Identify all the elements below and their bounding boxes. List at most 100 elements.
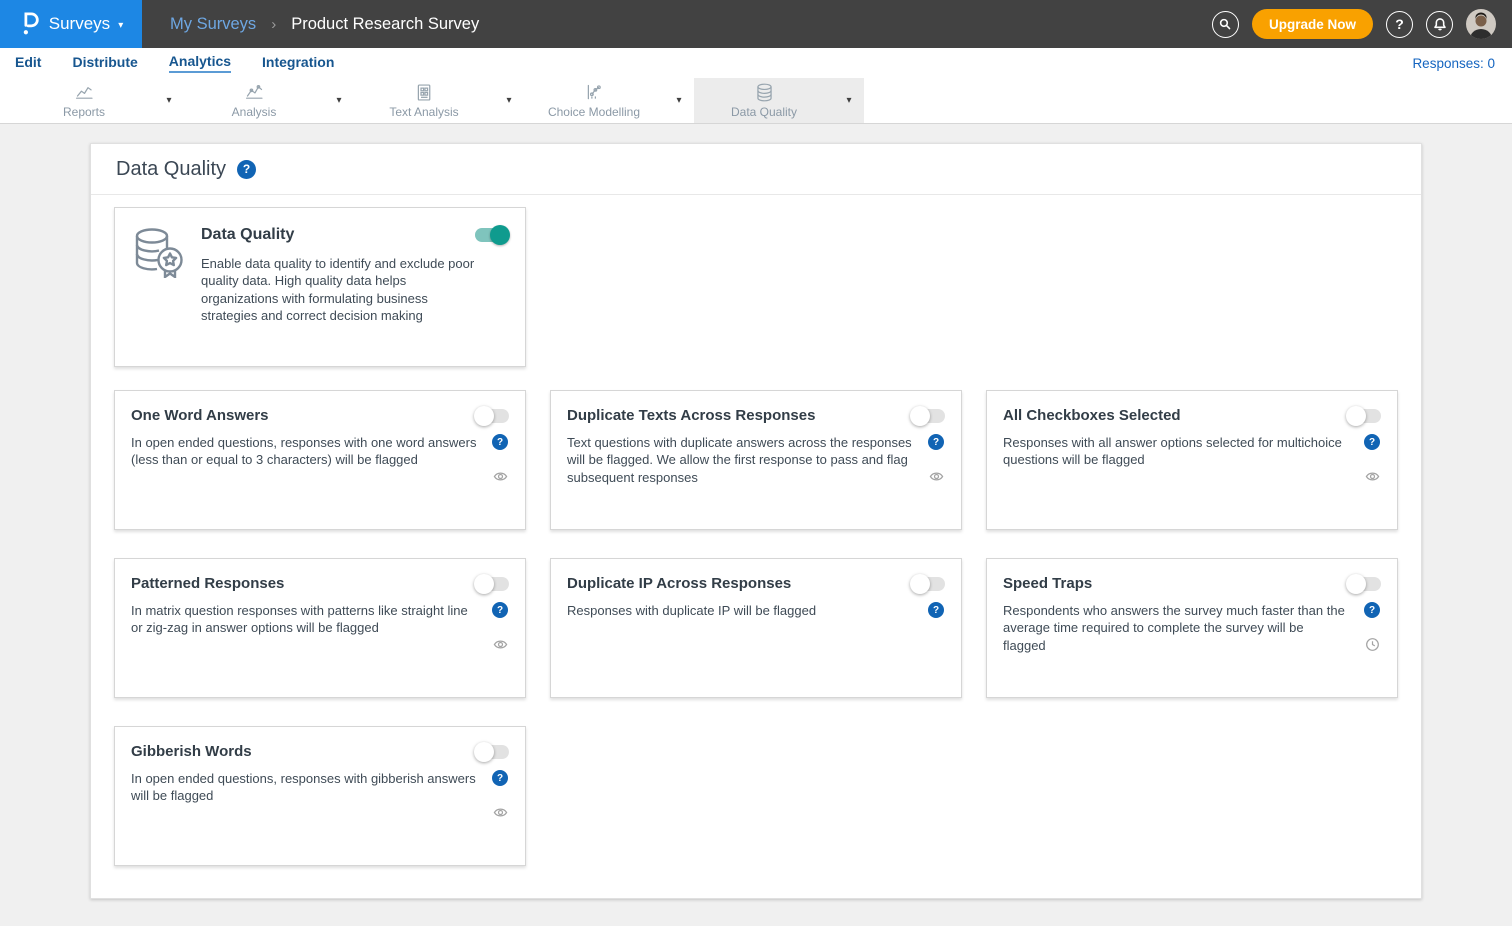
speed-traps-toggle[interactable] bbox=[1347, 577, 1381, 591]
tab-main[interactable]: Reports bbox=[14, 78, 154, 123]
eye-icon[interactable] bbox=[493, 637, 508, 652]
tab-dropdown-caret[interactable]: ▾ bbox=[154, 78, 184, 123]
card-description: Text questions with duplicate answers ac… bbox=[567, 434, 927, 486]
upgrade-now-button[interactable]: Upgrade Now bbox=[1252, 9, 1373, 39]
notifications-button[interactable] bbox=[1426, 11, 1453, 38]
breadcrumb-current-survey: Product Research Survey bbox=[291, 15, 479, 34]
top-bar-main: My Surveys › Product Research Survey Upg… bbox=[142, 0, 1512, 48]
card-title: Speed Traps bbox=[1003, 575, 1092, 592]
nav-tab-integration[interactable]: Integration bbox=[262, 54, 334, 72]
nav-tab-distribute[interactable]: Distribute bbox=[72, 54, 137, 72]
toolbar-tab-text-analysis[interactable]: Text Analysis ▾ bbox=[354, 78, 524, 123]
clock-icon[interactable] bbox=[1365, 637, 1380, 652]
tab-dropdown-caret[interactable]: ▾ bbox=[324, 78, 354, 123]
help-icon[interactable]: ? bbox=[1364, 434, 1380, 450]
card-description: In open ended questions, responses with … bbox=[131, 434, 491, 484]
rule-card-duplicate-texts-across-responses: Duplicate Texts Across Responses Text qu… bbox=[550, 390, 962, 530]
card-side-icons: ? bbox=[491, 602, 509, 652]
product-switcher[interactable]: Surveys ▾ bbox=[0, 0, 142, 48]
card-side-icons: ? bbox=[1363, 602, 1381, 654]
tab-dropdown-caret[interactable]: ▾ bbox=[494, 78, 524, 123]
tab-dropdown-caret[interactable]: ▾ bbox=[664, 78, 694, 123]
toolbar-tab-choice-modelling[interactable]: Choice Modelling ▾ bbox=[524, 78, 694, 123]
survey-nav: Edit Distribute Analytics Integration Respo… bbox=[0, 48, 1512, 78]
help-icon[interactable]: ? bbox=[928, 602, 944, 618]
eye-icon[interactable] bbox=[929, 469, 944, 484]
toolbar-tab-analysis[interactable]: Analysis ▾ bbox=[184, 78, 354, 123]
nav-tab-edit[interactable]: Edit bbox=[15, 54, 41, 72]
database-icon bbox=[754, 82, 775, 103]
analytics-toolbar: Reports ▾ Analysis ▾ Text Analysis ▾ Cho… bbox=[0, 78, 1512, 124]
data-quality-toggle[interactable] bbox=[475, 228, 509, 242]
card-title: Duplicate IP Across Responses bbox=[567, 575, 791, 592]
card-description: Responses with all answer options select… bbox=[1003, 434, 1363, 484]
eye-icon[interactable] bbox=[493, 805, 508, 820]
bell-icon bbox=[1433, 17, 1447, 31]
data-quality-help-icon[interactable]: ? bbox=[237, 160, 256, 179]
toolbar-tab-data-quality[interactable]: Data Quality ▾ bbox=[694, 78, 864, 123]
tab-main[interactable]: Choice Modelling bbox=[524, 78, 664, 123]
card-description: Respondents who answers the survey much … bbox=[1003, 602, 1363, 654]
line-chart-icon bbox=[74, 82, 95, 103]
data-quality-feature-card: Data Quality Enable data quality to iden… bbox=[114, 207, 526, 367]
card-title: One Word Answers bbox=[131, 407, 269, 424]
top-bar-actions: Upgrade Now ? bbox=[1212, 9, 1496, 39]
help-icon[interactable]: ? bbox=[492, 434, 508, 450]
tab-label: Analysis bbox=[232, 105, 277, 119]
feature-card-title: Data Quality bbox=[201, 226, 294, 244]
top-bar: Surveys ▾ My Surveys › Product Research … bbox=[0, 0, 1512, 48]
tab-main[interactable]: Data Quality bbox=[694, 78, 834, 123]
help-button[interactable]: ? bbox=[1386, 11, 1413, 38]
one-word-answers-toggle[interactable] bbox=[475, 409, 509, 423]
card-description: Responses with duplicate IP will be flag… bbox=[567, 602, 927, 619]
brand-label: Surveys bbox=[49, 14, 110, 34]
all-checkboxes-selected-toggle[interactable] bbox=[1347, 409, 1381, 423]
tab-main[interactable]: Text Analysis bbox=[354, 78, 494, 123]
tab-main[interactable]: Analysis bbox=[184, 78, 324, 123]
questionpro-logo-icon bbox=[19, 11, 41, 37]
card-description: In open ended questions, responses with … bbox=[131, 770, 491, 820]
avatar-photo bbox=[1466, 9, 1496, 39]
help-icon[interactable]: ? bbox=[1364, 602, 1380, 618]
scatter-chart-icon bbox=[584, 82, 605, 103]
panel-body: Data Quality Enable data quality to iden… bbox=[91, 195, 1421, 878]
breadcrumb-my-surveys[interactable]: My Surveys bbox=[170, 15, 256, 34]
responses-count: Responses: 0 bbox=[1412, 56, 1495, 71]
patterned-responses-toggle[interactable] bbox=[475, 577, 509, 591]
eye-icon[interactable] bbox=[1365, 469, 1380, 484]
nav-tab-analytics[interactable]: Analytics bbox=[169, 53, 231, 73]
tab-label: Reports bbox=[63, 105, 105, 119]
tab-label: Choice Modelling bbox=[548, 105, 640, 119]
toggle-knob bbox=[474, 406, 494, 426]
help-icon[interactable]: ? bbox=[492, 602, 508, 618]
toggle-knob bbox=[910, 406, 930, 426]
toggle-knob bbox=[474, 574, 494, 594]
avatar[interactable] bbox=[1466, 9, 1496, 39]
toggle-knob bbox=[1346, 574, 1366, 594]
survey-nav-items: Edit Distribute Analytics Integration bbox=[15, 53, 365, 73]
rule-card-gibberish-words: Gibberish Words In open ended questions,… bbox=[114, 726, 526, 866]
help-icon[interactable]: ? bbox=[492, 770, 508, 786]
toolbar-tab-reports[interactable]: Reports ▾ bbox=[14, 78, 184, 123]
card-title: All Checkboxes Selected bbox=[1003, 407, 1181, 424]
help-icon[interactable]: ? bbox=[928, 434, 944, 450]
rule-card-duplicate-ip-across-responses: Duplicate IP Across Responses Responses … bbox=[550, 558, 962, 698]
tab-dropdown-caret[interactable]: ▾ bbox=[834, 78, 864, 123]
rule-card-one-word-answers: One Word Answers In open ended questions… bbox=[114, 390, 526, 530]
gibberish-words-toggle[interactable] bbox=[475, 745, 509, 759]
card-description: In matrix question responses with patter… bbox=[131, 602, 491, 652]
toggle-knob bbox=[490, 225, 510, 245]
tab-label: Text Analysis bbox=[389, 105, 458, 119]
eye-icon[interactable] bbox=[493, 469, 508, 484]
page-title: Data Quality bbox=[116, 158, 226, 181]
toggle-knob bbox=[474, 742, 494, 762]
card-side-icons: ? bbox=[927, 434, 945, 486]
breadcrumb-separator-icon: › bbox=[271, 16, 276, 33]
card-title: Patterned Responses bbox=[131, 575, 284, 592]
rule-card-all-checkboxes-selected: All Checkboxes Selected Responses with a… bbox=[986, 390, 1398, 530]
card-title: Duplicate Texts Across Responses bbox=[567, 407, 815, 424]
search-button[interactable] bbox=[1212, 11, 1239, 38]
duplicate-ip-across-responses-toggle[interactable] bbox=[911, 577, 945, 591]
analysis-chart-icon bbox=[244, 82, 265, 103]
duplicate-texts-across-responses-toggle[interactable] bbox=[911, 409, 945, 423]
